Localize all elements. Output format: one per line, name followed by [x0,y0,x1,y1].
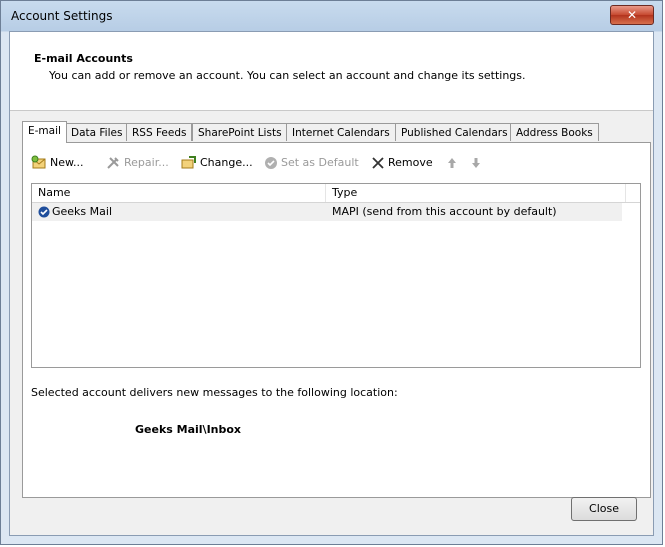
email-tab-panel: New... Repair... Change... Set as Defaul… [22,142,651,498]
header-panel: E-mail Accounts You can add or remove an… [10,32,653,111]
move-down-button[interactable] [471,153,484,173]
arrow-down-icon [472,158,480,168]
new-button[interactable]: New... [31,153,83,173]
tab-rss-feeds[interactable]: RSS Feeds [126,123,193,141]
account-type: MAPI (send from this account by default) [332,205,557,218]
new-button-label: New... [50,156,84,169]
column-header-name[interactable]: Name [32,184,326,202]
delivery-location: Geeks Mail\Inbox [135,423,242,436]
remove-button-label: Remove [388,156,433,169]
delivery-location-label: Selected account delivers new messages t… [31,386,398,399]
remove-x-icon [372,157,384,169]
window-title: Account Settings [11,9,113,23]
header-title: E-mail Accounts [34,52,133,65]
header-subtitle: You can add or remove an account. You ca… [49,69,526,82]
repair-tools-icon [107,157,119,169]
remove-button[interactable]: Remove [371,153,433,173]
default-account-check-icon [38,206,50,218]
set-default-label: Set as Default [281,156,359,169]
close-button[interactable]: Close [571,497,637,521]
repair-button-label: Repair... [124,156,169,169]
tab-data-files[interactable]: Data Files [65,123,129,141]
change-button-label: Change... [200,156,253,169]
account-list: Name Type Geeks Mail MAPI (send from thi… [31,183,641,368]
set-default-button[interactable]: Set as Default [264,153,359,173]
account-name: Geeks Mail [52,205,113,218]
column-header-type[interactable]: Type [326,184,626,202]
change-account-icon [181,156,196,169]
window-close-button[interactable]: ✕ [610,5,654,25]
list-item[interactable]: Geeks Mail MAPI (send from this account … [32,203,622,221]
set-default-check-icon [265,157,277,169]
tab-published-calendars[interactable]: Published Calendars [395,123,514,141]
title-bar: Account Settings ✕ [1,1,662,31]
account-name-cell: Geeks Mail [38,203,112,221]
arrow-up-icon [448,158,456,168]
move-up-button[interactable] [447,153,460,173]
tab-sharepoint-lists[interactable]: SharePoint Lists [192,123,288,141]
account-settings-window: Account Settings ✕ E-mail Accounts You c… [0,0,663,545]
tab-internet-calendars[interactable]: Internet Calendars [286,123,396,141]
list-header: Name Type [32,184,640,203]
tab-email[interactable]: E-mail [22,121,67,143]
change-button[interactable]: Change... [181,153,253,173]
repair-button[interactable]: Repair... [105,153,169,173]
new-account-icon [31,155,46,169]
dialog-client: E-mail Accounts You can add or remove an… [9,31,654,536]
tab-address-books[interactable]: Address Books [510,123,599,141]
